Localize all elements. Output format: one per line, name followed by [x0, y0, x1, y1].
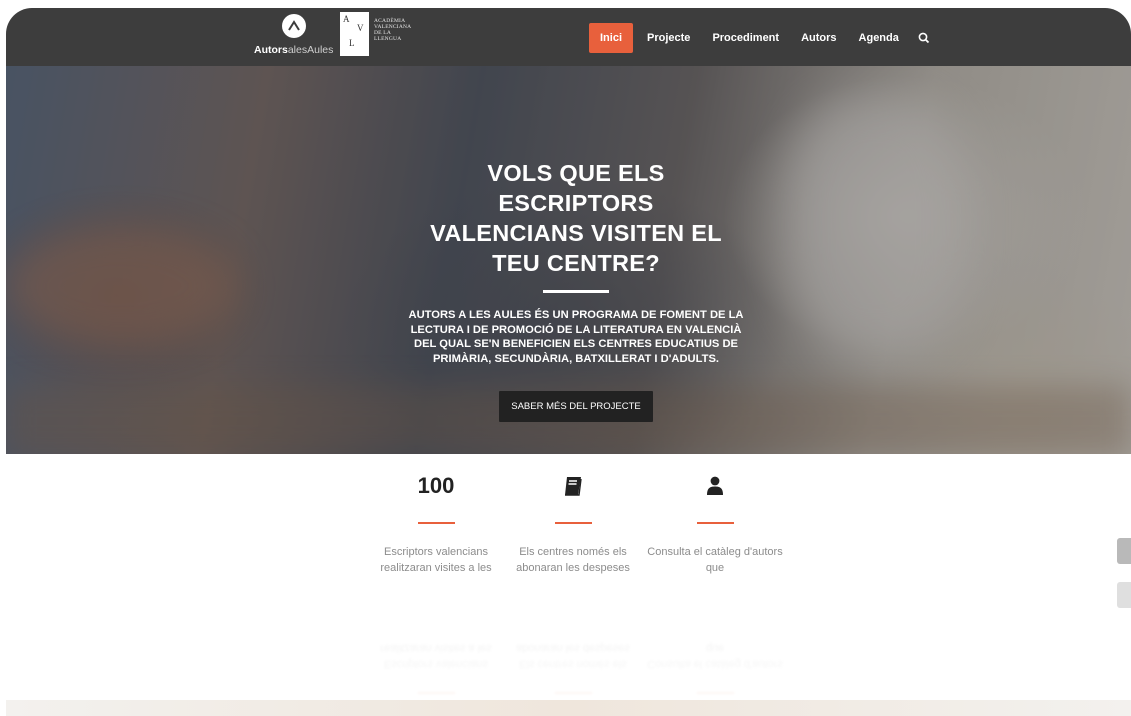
hero-divider: [543, 290, 609, 293]
main-nav: Inici Projecte Procediment Autors Agenda: [589, 23, 938, 53]
avl-logo[interactable]: A V L ACADÈMIA VALENCIANA DE LA LLENGUA: [340, 12, 422, 62]
reflection-tint: [6, 700, 1131, 716]
browser-frame: AutorsalesAules A V L ACADÈMIA VALENCIAN…: [6, 8, 1131, 716]
hero-content: VOLS QUE ELS ESCRIPTORS VALENCIANS VISIT…: [386, 158, 766, 422]
side-panel-tab-reflection: [1117, 582, 1131, 608]
hero-banner: VOLS QUE ELS ESCRIPTORS VALENCIANS VISIT…: [6, 66, 1131, 454]
reflection-fade: [6, 580, 1131, 716]
logo-caret-icon: [282, 14, 306, 38]
page-reflection: 100 Escriptors valencians realitzaran vi…: [6, 580, 1131, 716]
logo-wordmark: AutorsalesAules: [254, 44, 334, 56]
top-navigation-bar: AutorsalesAules A V L ACADÈMIA VALENCIAN…: [6, 8, 1131, 66]
user-icon: [645, 470, 785, 502]
nav-item-agenda[interactable]: Agenda: [848, 23, 910, 53]
saber-mes-button[interactable]: SABER MÉS DEL PROJECTE: [499, 391, 653, 422]
side-panel-tab[interactable]: [1117, 538, 1131, 564]
hero-title: VOLS QUE ELS ESCRIPTORS VALENCIANS VISIT…: [430, 160, 722, 276]
autors-ales-aules-logo[interactable]: AutorsalesAules: [254, 14, 334, 62]
feature-description: Els centres només els abonaran les despe…: [516, 546, 630, 574]
feature-accent-bar: [417, 522, 455, 524]
avl-logo-mark: A V L: [340, 12, 369, 56]
feature-costs: Els centres només els abonaran les despe…: [503, 470, 643, 578]
feature-catalog: Consulta el catàleg d'autors que: [645, 470, 785, 578]
search-icon[interactable]: [910, 23, 938, 53]
feature-accent-bar: [696, 522, 734, 524]
nav-item-inici[interactable]: Inici: [589, 23, 634, 53]
avl-logo-text: ACADÈMIA VALENCIANA DE LA LLENGUA: [374, 18, 412, 42]
nav-item-autors[interactable]: Autors: [790, 23, 847, 53]
feature-description: Consulta el catàleg d'autors que: [647, 546, 783, 574]
nav-item-projecte[interactable]: Projecte: [636, 23, 701, 53]
feature-description: Escriptors valencians realitzaran visite…: [380, 546, 492, 574]
nav-item-procediment[interactable]: Procediment: [701, 23, 790, 53]
feature-number: 100: [417, 473, 455, 498]
feature-accent-bar: [554, 522, 592, 524]
book-icon: [503, 470, 643, 502]
hero-description: AUTORS A LES AULES ÉS UN PROGRAMA DE FOM…: [408, 309, 744, 365]
feature-authors: 100 Escriptors valencians realitzaran vi…: [366, 470, 506, 578]
